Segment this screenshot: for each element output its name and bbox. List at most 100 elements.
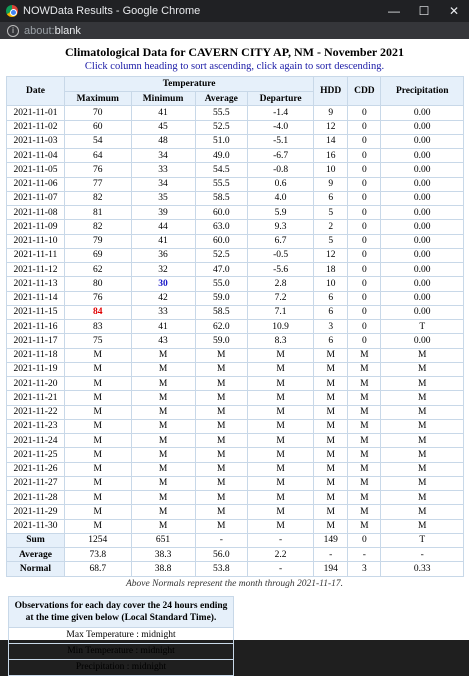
cell-departure: 5.9 — [246, 204, 315, 221]
cell-maximum: 60 — [64, 119, 132, 135]
cell-minimum: 36 — [130, 247, 196, 264]
cell-departure: M — [246, 375, 315, 392]
cell-cdd: 0 — [347, 219, 382, 235]
cell-precipitation: 0.00 — [380, 333, 464, 349]
header-hdd[interactable]: HDD — [313, 75, 349, 107]
summary-cell-departure: - — [246, 532, 315, 549]
cell-date: 2021-11-20 — [6, 375, 65, 392]
cell-average: 60.0 — [194, 204, 248, 221]
cell-hdd: 10 — [313, 162, 349, 178]
cell-precipitation: 0.00 — [380, 162, 464, 178]
cell-precipitation: M — [380, 404, 464, 420]
cell-precipitation: M — [380, 361, 464, 378]
maximize-icon[interactable]: ☐ — [409, 0, 439, 22]
cell-cdd: 0 — [347, 318, 382, 335]
sort-instructions: Click column heading to sort ascending, … — [84, 61, 385, 72]
cell-cdd: 0 — [347, 333, 382, 349]
cell-date: 2021-11-18 — [6, 347, 65, 363]
cell-departure: M — [246, 418, 315, 435]
header-temperature: Temperature — [63, 76, 315, 92]
cell-departure: M — [246, 475, 315, 492]
table-row: 2021-11-15 84 33 58.5 7.1 6 0 0.00 — [6, 304, 464, 321]
minimize-icon[interactable]: — — [379, 0, 409, 22]
cell-maximum: M — [64, 504, 132, 520]
cell-cdd: 0 — [347, 176, 382, 192]
cell-date: 2021-11-09 — [6, 219, 65, 235]
climate-table: Date Temperature HDD CDD Precipitation M… — [6, 75, 464, 577]
header-cdd[interactable]: CDD — [347, 75, 382, 107]
cell-precipitation: M — [380, 432, 464, 449]
table-row: 2021-11-22 M M M M M M M — [6, 404, 464, 420]
cell-minimum: 30 — [130, 276, 196, 292]
summary-cell-average: 56.0 — [194, 546, 248, 563]
header-departure[interactable]: Departure — [246, 90, 315, 107]
summary-cell-cdd: 0 — [347, 532, 382, 549]
cell-date: 2021-11-19 — [6, 361, 65, 378]
summary-cell-maximum: 68.7 — [64, 561, 132, 577]
cell-date: 2021-11-05 — [6, 162, 65, 178]
cell-hdd: 12 — [313, 247, 349, 264]
cell-precipitation: 0.00 — [380, 105, 464, 121]
header-average[interactable]: Average — [194, 90, 248, 107]
cell-date: 2021-11-03 — [6, 133, 65, 150]
table-row: 2021-11-01 70 41 55.5 -1.4 9 0 0.00 — [6, 105, 464, 121]
observation-item: Precipitation : midnight — [8, 658, 234, 676]
cell-hdd: M — [313, 361, 349, 378]
cell-date: 2021-11-25 — [6, 447, 65, 463]
summary-cell-hdd: - — [313, 546, 349, 563]
cell-precipitation: M — [380, 375, 464, 392]
cell-cdd: 0 — [347, 233, 382, 249]
cell-hdd: 14 — [313, 133, 349, 150]
cell-date: 2021-11-17 — [6, 333, 65, 349]
table-row: 2021-11-14 76 42 59.0 7.2 6 0 0.00 — [6, 290, 464, 306]
header-precipitation[interactable]: Precipitation — [380, 75, 464, 107]
cell-precipitation: M — [380, 418, 464, 435]
cell-departure: 10.9 — [246, 318, 315, 335]
header-maximum[interactable]: Maximum — [64, 90, 132, 107]
cell-departure: 7.1 — [246, 304, 315, 321]
cell-minimum: 32 — [130, 261, 196, 278]
table-row: 2021-11-09 82 44 63.0 9.3 2 0 0.00 — [6, 219, 464, 235]
summary-cell-average: - — [194, 532, 248, 549]
cell-minimum: M — [130, 347, 196, 363]
cell-hdd: M — [313, 447, 349, 463]
header-date[interactable]: Date — [6, 75, 65, 107]
table-row: 2021-11-13 80 30 55.0 2.8 10 0 0.00 — [6, 276, 464, 292]
table-row: 2021-11-17 75 43 59.0 8.3 6 0 0.00 — [6, 333, 464, 349]
cell-cdd: M — [347, 347, 382, 363]
cell-hdd: M — [313, 518, 349, 534]
summary-cell-cdd: 3 — [347, 561, 382, 577]
table-row: 2021-11-02 60 45 52.5 -4.0 12 0 0.00 — [6, 119, 464, 135]
cell-cdd: M — [347, 447, 382, 463]
cell-cdd: 0 — [347, 204, 382, 221]
cell-departure: M — [246, 404, 315, 420]
url-path: blank — [54, 24, 81, 37]
cell-departure: -1.4 — [246, 105, 315, 121]
cell-average: 59.0 — [194, 290, 248, 306]
cell-precipitation: M — [380, 390, 464, 406]
cell-minimum: M — [130, 504, 196, 520]
cell-minimum: M — [130, 518, 196, 534]
close-icon[interactable]: ✕ — [439, 0, 469, 22]
table-row: 2021-11-21 M M M M M M M — [6, 390, 464, 406]
info-icon[interactable]: i — [7, 24, 19, 37]
cell-average: M — [194, 518, 248, 534]
cell-maximum: M — [64, 461, 132, 477]
summary-cell-cdd: - — [347, 546, 382, 563]
cell-average: 55.5 — [194, 176, 248, 192]
cell-date: 2021-11-16 — [6, 318, 65, 335]
table-row: 2021-11-18 M M M M M M M — [6, 347, 464, 363]
cell-hdd: 6 — [313, 304, 349, 321]
address-bar[interactable]: i about: blank — [0, 22, 469, 39]
cell-departure: -6.7 — [246, 147, 315, 164]
cell-average: 55.5 — [194, 105, 248, 121]
cell-minimum: M — [130, 390, 196, 406]
summary-cell-precipitation: T — [380, 532, 464, 549]
cell-cdd: 0 — [347, 290, 382, 306]
cell-cdd: 0 — [347, 190, 382, 207]
table-row: 2021-11-23 M M M M M M M — [6, 418, 464, 435]
cell-maximum: 84 — [64, 304, 132, 321]
cell-minimum: M — [130, 489, 196, 506]
header-minimum[interactable]: Minimum — [130, 90, 196, 107]
cell-departure: -4.0 — [246, 119, 315, 135]
